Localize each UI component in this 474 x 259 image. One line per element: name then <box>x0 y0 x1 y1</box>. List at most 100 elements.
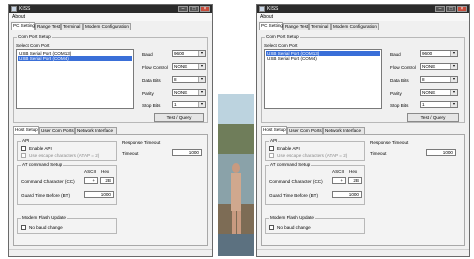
com-port-setup-group: Com Port Setup Select Com Port USB Seria… <box>13 34 208 123</box>
maximize-icon[interactable]: □ <box>446 6 456 12</box>
response-timeout-title: Response Timeout <box>370 140 409 145</box>
at-command-group: AT command Setup ASCII Hex Command Chara… <box>265 162 365 205</box>
command-character-ascii-field[interactable]: + <box>332 177 346 184</box>
dropdown-arrow-icon[interactable]: ▼ <box>198 64 205 69</box>
left-host-tabs: Host Setup User Com Ports Network Interf… <box>11 126 210 134</box>
flow-control-select[interactable]: NONE ▼ <box>172 63 206 70</box>
tab-pc-settings[interactable]: PC Settings <box>259 22 285 30</box>
command-character-hex-field[interactable]: 2B <box>100 177 114 184</box>
command-character-label: Command Character (CC) <box>269 179 323 184</box>
no-baud-change-checkbox[interactable] <box>269 225 274 230</box>
minimize-icon[interactable]: – <box>435 6 445 12</box>
dropdown-arrow-icon[interactable]: ▼ <box>198 102 205 107</box>
maximize-icon[interactable]: □ <box>189 6 199 12</box>
timeout-field[interactable]: 1000 <box>172 149 202 156</box>
response-timeout-group: Response Timeout Timeout 1000 <box>367 140 461 161</box>
command-character-ascii-field[interactable]: + <box>84 177 98 184</box>
left-window-title: KISS <box>19 6 31 12</box>
tab-terminal[interactable]: Terminal <box>61 23 83 30</box>
api-group: API Enable API Use escape characters (AT… <box>17 138 117 161</box>
at-command-title: AT command Setup <box>269 162 312 167</box>
data-bits-label: Data Bits <box>142 78 161 83</box>
no-baud-change-checkbox[interactable] <box>21 225 26 230</box>
tab-modem-configuration[interactable]: Modem Configuration <box>331 23 379 30</box>
dropdown-arrow-icon[interactable]: ▼ <box>198 77 205 82</box>
cc-hex-value: 2B <box>353 178 359 183</box>
tab-user-com-ports[interactable]: User Com Ports <box>287 127 323 134</box>
tab-host-setup[interactable]: Host Setup <box>261 126 287 134</box>
tab-modem-configuration[interactable]: Modem Configuration <box>83 23 131 30</box>
dropdown-arrow-icon[interactable]: ▼ <box>198 90 205 95</box>
tab-host-setup[interactable]: Host Setup <box>13 126 39 134</box>
cc-hex-value: 2B <box>105 178 111 183</box>
timeout-field[interactable]: 1000 <box>426 149 456 156</box>
dropdown-arrow-icon[interactable]: ▼ <box>450 77 457 82</box>
dropdown-arrow-icon[interactable]: ▼ <box>198 51 205 56</box>
test-query-button[interactable]: Test / Query <box>407 113 459 122</box>
close-icon[interactable]: × <box>200 6 210 12</box>
baud-select[interactable]: 9600 ▼ <box>420 50 458 57</box>
enable-api-label: Enable API <box>29 146 52 151</box>
cc-ascii-value: + <box>92 178 95 183</box>
api-title: API <box>21 138 31 143</box>
tab-user-com-ports[interactable]: User Com Ports <box>39 127 75 134</box>
timeout-label: Timeout <box>370 151 387 156</box>
com-port-setup-title: Com Port Setup <box>265 34 300 39</box>
baud-label: Baud <box>142 52 153 57</box>
app-icon <box>11 6 17 12</box>
right-menubar: About <box>257 13 469 21</box>
escape-characters-checkbox[interactable] <box>21 153 26 158</box>
guard-time-label: Guard Time Before (BT) <box>21 193 71 198</box>
list-item[interactable]: USB Serial Port (COM4) <box>266 56 380 61</box>
parity-select[interactable]: NONE ▼ <box>420 89 458 96</box>
background-photo <box>218 94 254 256</box>
dropdown-arrow-icon[interactable]: ▼ <box>450 102 457 107</box>
right-titlebar: KISS – □ × <box>257 5 469 13</box>
api-group: API Enable API Use escape characters (AT… <box>265 138 365 161</box>
app-icon <box>259 6 265 12</box>
baud-select[interactable]: 9600 ▼ <box>172 50 206 57</box>
stop-bits-select[interactable]: 1 ▼ <box>420 101 458 108</box>
left-menubar: About <box>9 13 212 21</box>
stop-bits-label: Stop Bits <box>390 103 409 108</box>
escape-characters-checkbox[interactable] <box>269 153 274 158</box>
at-command-title: AT command Setup <box>21 162 64 167</box>
stop-bits-select[interactable]: 1 ▼ <box>172 101 206 108</box>
flow-control-select[interactable]: NONE ▼ <box>420 63 458 70</box>
timeout-label: Timeout <box>122 151 139 156</box>
parity-select[interactable]: NONE ▼ <box>172 89 206 96</box>
list-item[interactable]: USB Serial Port (COM4) <box>18 56 132 61</box>
com-port-list[interactable]: USB Serial Port (COM13) USB Serial Port … <box>16 49 134 109</box>
parity-label: Parity <box>390 91 402 96</box>
guard-time-field[interactable]: 1000 <box>332 191 362 198</box>
tab-terminal[interactable]: Terminal <box>309 23 331 30</box>
tab-network-interface[interactable]: Network Interface <box>75 127 117 134</box>
dropdown-arrow-icon[interactable]: ▼ <box>450 90 457 95</box>
guard-time-field[interactable]: 1000 <box>84 191 114 198</box>
baud-label: Baud <box>390 52 401 57</box>
tab-range-test[interactable]: Range Test <box>35 23 61 30</box>
no-baud-change-label: No baud change <box>29 225 63 230</box>
data-bits-select[interactable]: 8 ▼ <box>172 76 206 83</box>
modem-flash-group: Modem Flash Update No baud change <box>265 215 365 234</box>
tab-network-interface[interactable]: Network Interface <box>323 127 365 134</box>
parity-value: NONE <box>422 90 436 95</box>
tab-pc-settings[interactable]: PC Settings <box>11 22 37 30</box>
tab-range-test[interactable]: Range Test <box>283 23 309 30</box>
command-character-hex-field[interactable]: 2B <box>348 177 362 184</box>
menu-about[interactable]: About <box>12 14 25 20</box>
menu-about[interactable]: About <box>260 14 273 20</box>
flow-control-label: Flow Control <box>390 65 416 70</box>
enable-api-checkbox[interactable] <box>269 146 274 151</box>
minimize-icon[interactable]: – <box>178 6 188 12</box>
baud-value: 9600 <box>422 51 433 56</box>
data-bits-select[interactable]: 8 ▼ <box>420 76 458 83</box>
dropdown-arrow-icon[interactable]: ▼ <box>450 64 457 69</box>
com-port-list[interactable]: USB Serial Port (COM13) USB Serial Port … <box>264 49 382 109</box>
dropdown-arrow-icon[interactable]: ▼ <box>450 51 457 56</box>
close-icon[interactable]: × <box>457 6 467 12</box>
stop-bits-value: 1 <box>174 102 177 107</box>
test-query-button[interactable]: Test / Query <box>154 113 204 122</box>
enable-api-checkbox[interactable] <box>21 146 26 151</box>
data-bits-value: 8 <box>422 77 425 82</box>
